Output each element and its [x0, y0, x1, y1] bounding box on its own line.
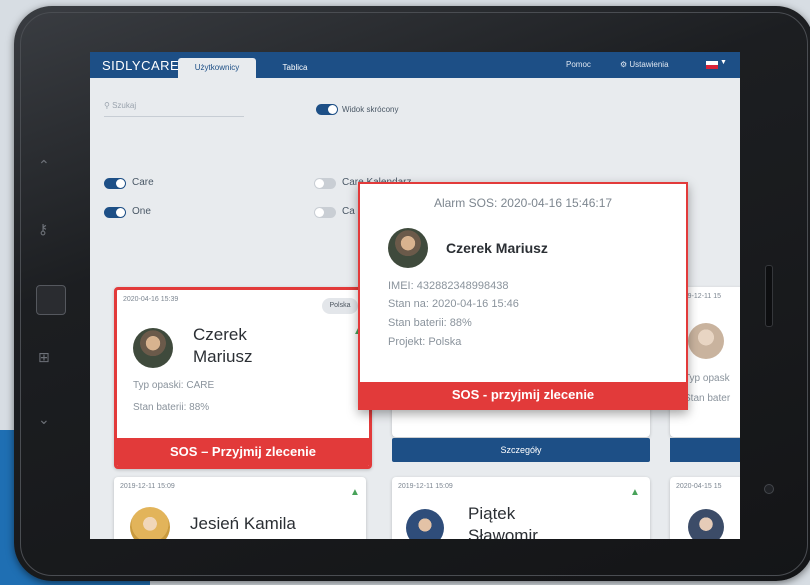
- app-screen: SIDLYCARE Użytkownicy Tablica Pomoc ⚙ Us…: [90, 52, 740, 539]
- app-logo: SIDLYCARE: [102, 58, 180, 73]
- avatar: [406, 509, 444, 539]
- band-type: Typ opaski: CARE: [133, 380, 215, 391]
- modal-user-name: Czerek Mariusz: [446, 240, 548, 256]
- search-icon: ⚲: [104, 101, 110, 110]
- details-button-partial[interactable]: [670, 438, 740, 462]
- user-card[interactable]: 2020-04-15 15: [670, 477, 740, 539]
- user-first-name: Piątek: [468, 504, 516, 523]
- settings-link[interactable]: ⚙ Ustawienia: [620, 60, 669, 69]
- user-name: Jesień Kamila: [190, 514, 296, 533]
- filter-ca-toggle[interactable]: [314, 207, 336, 218]
- gear-icon: ⚙: [620, 60, 628, 69]
- filter-care-calendar-toggle[interactable]: [314, 178, 336, 189]
- user-card[interactable]: 2019-12-11 15:09 ▲ Jesień Kamila: [114, 477, 366, 539]
- battery-status: Stan bater: [684, 393, 731, 404]
- chevron-up-icon[interactable]: ⌃: [38, 158, 50, 174]
- key-icon[interactable]: ⚷: [38, 222, 48, 238]
- filter-care-label: Care: [132, 177, 154, 188]
- camera-icon: [764, 484, 774, 494]
- signal-icon: ▲: [350, 487, 360, 498]
- card-date: 2019-12-11 15:09: [398, 483, 453, 490]
- project-text: Projekt: Polska: [388, 336, 462, 348]
- speaker-grille: [765, 265, 773, 327]
- top-navigation-bar: SIDLYCARE Użytkownicy Tablica Pomoc ⚙ Us…: [90, 52, 740, 78]
- search-input[interactable]: ⚲ Szukaj: [104, 96, 244, 117]
- band-type: Typ opask: [684, 373, 730, 384]
- modal-title: Alarm SOS: 2020-04-16 15:46:17: [433, 196, 613, 210]
- battery-text: Stan baterii: 88%: [388, 317, 472, 329]
- avatar: [388, 228, 428, 268]
- help-link[interactable]: Pomoc: [566, 60, 591, 69]
- card-date: 2020-04-16 15:39: [123, 296, 179, 303]
- chevron-down-icon[interactable]: ⌄: [38, 412, 50, 428]
- card-date: 2020-04-15 15: [676, 483, 722, 490]
- settings-label: Ustawienia: [629, 60, 669, 69]
- user-card[interactable]: 2019-12-11 15:09 ▲ Piątek Sławomir: [392, 477, 650, 539]
- sos-alarm-modal: Alarm SOS: 2020-04-16 15:46:17 Czerek Ma…: [358, 182, 688, 410]
- search-placeholder: Szukaj: [112, 101, 137, 110]
- user-last-name: Sławomir: [468, 526, 538, 539]
- avatar: [688, 509, 724, 539]
- user-card-sos[interactable]: 2020-04-16 15:39 Polska ▲ Czerek Mariusz…: [114, 287, 372, 469]
- avatar: [130, 507, 170, 539]
- card-date: 2019-12-11 15:09: [120, 483, 175, 490]
- language-caret-icon[interactable]: ▼: [720, 59, 727, 66]
- tab-board[interactable]: Tablica: [270, 58, 320, 78]
- filter-care-toggle[interactable]: [104, 178, 126, 189]
- signal-icon: ▲: [630, 487, 640, 498]
- user-last-name: Mariusz: [193, 347, 253, 366]
- battery-status: Stan baterii: 88%: [133, 402, 210, 413]
- avatar: [133, 328, 173, 368]
- avatar: [688, 323, 724, 359]
- flag-icon[interactable]: [706, 61, 718, 69]
- filter-ca-label: Ca: [342, 206, 355, 217]
- user-first-name: Czerek: [193, 325, 247, 344]
- project-badge: Polska: [322, 298, 358, 314]
- compact-view-toggle[interactable]: [316, 104, 338, 115]
- tab-users[interactable]: Użytkownicy: [178, 58, 256, 78]
- details-button[interactable]: Szczegóły: [392, 438, 650, 462]
- home-button-icon[interactable]: [36, 285, 66, 315]
- filter-one-toggle[interactable]: [104, 207, 126, 218]
- sos-accept-button[interactable]: SOS – Przyjmij zlecenie: [117, 438, 369, 466]
- imei-text: IMEI: 432882348998438: [388, 280, 509, 292]
- compact-view-label: Widok skrócony: [342, 105, 399, 114]
- grid-icon[interactable]: ⊞: [38, 350, 50, 366]
- filter-one-label: One: [132, 206, 151, 217]
- status-time-text: Stan na: 2020-04-16 15:46: [388, 298, 519, 310]
- sos-accept-button[interactable]: SOS - przyjmij zlecenie: [360, 382, 686, 408]
